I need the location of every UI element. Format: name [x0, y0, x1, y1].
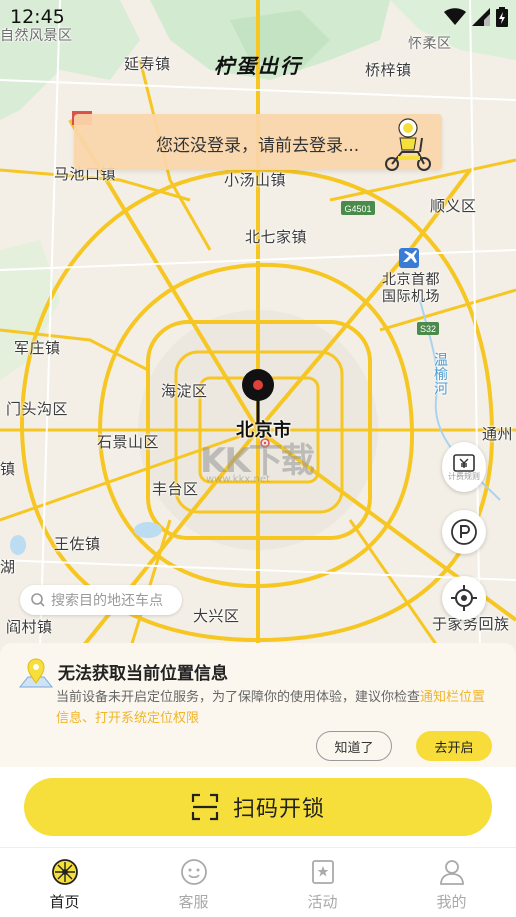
signal-icon	[472, 8, 490, 26]
dismiss-button[interactable]: 知道了	[316, 731, 392, 761]
map-label-daxing: 大兴区	[193, 607, 240, 625]
map-label-wenyu: 温榆河	[432, 352, 448, 396]
app-logo: 柠蛋出行	[214, 54, 302, 78]
tab-service[interactable]: 客服	[129, 848, 258, 917]
login-prompt-text: 您还没登录，请前去登录...	[156, 136, 360, 156]
activity-icon	[311, 860, 334, 884]
lemon-icon	[51, 859, 78, 885]
wifi-icon	[444, 8, 466, 25]
map-label-haidian: 海淀区	[161, 382, 208, 400]
tab-profile-label: 我的	[436, 893, 467, 911]
map-label-airport: 北京首都 国际机场	[382, 272, 440, 305]
tab-activity-label: 活动	[307, 893, 338, 911]
map-view[interactable]: G4501 S32 自然风景区 延寿镇 桥梓镇 怀柔区 马池口镇 小汤山镇 顺义…	[0, 0, 516, 650]
location-warning-desc: 当前设备未开启定位服务，为了保障你的使用体验，建议你检查通知栏位置信息、打开系统…	[56, 687, 496, 729]
scan-unlock-label: 扫码开锁	[232, 797, 325, 822]
map-label-junzhuang: 军庄镇	[14, 339, 61, 357]
tab-activity[interactable]: 活动	[258, 848, 387, 917]
status-icons	[444, 7, 508, 27]
tab-service-label: 客服	[178, 893, 209, 911]
service-icon	[180, 859, 207, 885]
map-label-wangzuo: 王佐镇	[54, 535, 101, 553]
map-label-tongzhou: 通州	[482, 425, 514, 443]
tab-home[interactable]: 首页	[0, 848, 129, 917]
scan-area: 扫码开锁	[0, 767, 516, 847]
map-label-yancun: 阎村镇	[6, 618, 53, 636]
road-badge-g4501: G4501	[344, 204, 371, 214]
parking-button[interactable]	[442, 510, 486, 554]
scan-unlock-button[interactable]: 扫码开锁	[24, 778, 492, 836]
enable-location-button[interactable]: 去开启	[416, 731, 492, 761]
location-warning-title: 无法获取当前位置信息	[58, 664, 228, 684]
crosshair-icon	[451, 585, 477, 611]
road-badge-s32: S32	[420, 324, 436, 334]
location-warning-panel: 无法获取当前位置信息 当前设备未开启定位服务，为了保障你的使用体验，建议你检查通…	[0, 643, 516, 767]
watermark-url: www.kkx.net	[206, 474, 270, 485]
billing-icon	[453, 453, 475, 472]
profile-icon	[439, 860, 464, 885]
location-warning-desc-text: 当前设备未开启定位服务，为了保障你的使用体验，建议你检查	[56, 690, 421, 705]
map-label-shijingshan: 石景山区	[97, 433, 160, 451]
search-placeholder: 搜索目的地还车点	[51, 593, 163, 609]
map-label-hu: 湖	[0, 558, 16, 576]
scooter-mascot-icon	[385, 118, 431, 171]
map-label-fengtai: 丰台区	[152, 480, 199, 498]
map-label-mentougou: 门头沟区	[6, 400, 69, 418]
locate-button[interactable]	[442, 576, 486, 620]
parking-icon	[451, 519, 477, 545]
tab-bar: 首页 客服 活动 我的	[0, 847, 516, 917]
map-label-beiqijia: 北七家镇	[245, 228, 308, 246]
status-bar: 12:45	[0, 0, 516, 34]
login-banner[interactable]: 您还没登录，请前去登录...	[74, 114, 442, 171]
search-input[interactable]: 搜索目的地还车点	[20, 585, 182, 615]
battery-icon	[496, 7, 508, 27]
status-time: 12:45	[10, 6, 65, 28]
location-warning-icon	[18, 658, 54, 688]
search-icon	[31, 593, 45, 607]
tab-home-label: 首页	[49, 893, 80, 911]
location-pin-icon	[242, 369, 274, 424]
scan-icon	[191, 793, 219, 821]
map-label-zhen: 镇	[0, 460, 16, 478]
map-label-xiaotangshan: 小汤山镇	[224, 171, 287, 189]
map-label-shunyi: 顺义区	[430, 197, 477, 215]
billing-rules-button[interactable]: 计费规则	[442, 442, 486, 492]
tab-profile[interactable]: 我的	[387, 848, 516, 917]
billing-rules-label: 计费规则	[448, 471, 480, 481]
